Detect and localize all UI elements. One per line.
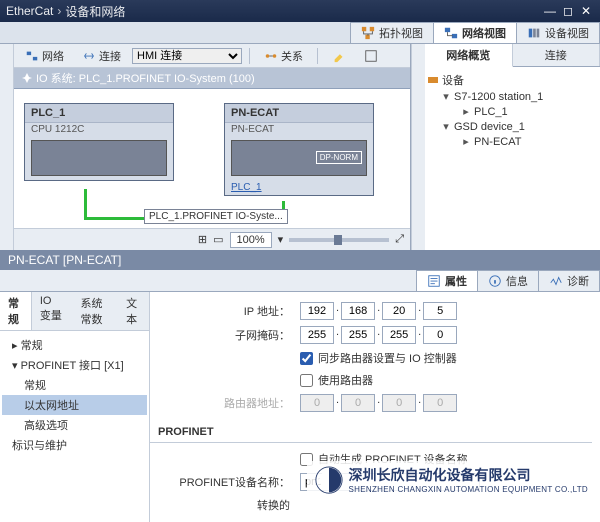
tree-item[interactable]: ▾S7-1200 station_1 — [427, 89, 598, 104]
nav-advanced[interactable]: 高级选项 — [2, 415, 147, 435]
app-name: EtherCat — [6, 4, 53, 18]
convname-label: 转换的 — [150, 497, 300, 513]
tree-root[interactable]: 设备 — [427, 71, 598, 89]
router-input: . . . — [300, 394, 457, 412]
nav-ethernet[interactable]: 以太网地址 — [2, 395, 147, 415]
device-plc[interactable]: PLC_1 CPU 1212C — [24, 103, 174, 181]
device-icon — [527, 26, 541, 40]
title-bar: EtherCat › 设备和网络 — ◻ ✕ — [0, 0, 600, 22]
wire-label[interactable]: PLC_1.PROFINET IO-Syste... — [144, 209, 288, 224]
navtab-texts[interactable]: 文本 — [118, 292, 149, 330]
zoom-bar: ⊞ ▭ 100% ▾ ⤢ — [14, 228, 410, 250]
info-icon — [488, 274, 502, 288]
tree-item[interactable]: ▸PLC_1 — [427, 104, 598, 119]
relations-button[interactable]: 关系 — [257, 45, 310, 67]
highlight-icon — [332, 49, 346, 63]
tab-properties[interactable]: 属性 — [416, 270, 478, 291]
navtab-sysconst[interactable]: 系统常数 — [73, 292, 119, 330]
tab-info[interactable]: 信息 — [477, 270, 539, 291]
router-label: 路由器地址： — [150, 395, 300, 411]
ruler-icon[interactable]: ⊞ — [198, 233, 207, 246]
inspector-nav: 常规 IO 变量 系统常数 文本 ▸ 常规 ▾ PROFINET 接口 [X1]… — [0, 292, 150, 522]
minimize-icon[interactable]: — — [542, 4, 558, 18]
tree-item[interactable]: ▾GSD device_1 — [427, 119, 598, 134]
mask-label: 子网掩码： — [150, 327, 300, 343]
hmi-select[interactable]: HMI 连接 — [132, 48, 242, 64]
device-root-icon — [427, 74, 439, 86]
scroll-rail[interactable] — [411, 44, 425, 250]
ip-label: IP 地址： — [150, 303, 300, 319]
devname-label: PROFINET设备名称： — [150, 474, 300, 490]
mask-input[interactable]: . . . — [300, 326, 457, 344]
zoom-slider[interactable] — [289, 238, 389, 242]
nav-general[interactable]: ▸ 常规 — [2, 335, 147, 355]
ip-input[interactable]: . . . — [300, 302, 457, 320]
canvas-toolbar: 网络 连接 HMI 连接 关系 — [14, 44, 410, 68]
io-system-bar: IO 系统: PLC_1.PROFINET IO-System (100) — [14, 68, 410, 89]
highlight-button[interactable] — [325, 46, 353, 66]
view-tabs: 拓扑视图 网络视图 设备视图 — [0, 22, 600, 44]
link-icon — [82, 49, 96, 63]
maximize-icon[interactable]: ◻ — [560, 4, 576, 18]
tree-item[interactable]: ▸PN-ECAT — [427, 134, 598, 149]
navtab-iovars[interactable]: IO 变量 — [32, 292, 73, 330]
net-small-icon — [25, 49, 39, 63]
plc-image — [31, 140, 167, 176]
wire — [84, 189, 87, 219]
fit-icon[interactable]: ⤢ — [395, 233, 404, 246]
device-ecat[interactable]: PN-ECAT PN-ECAT DP-NORM PLC_1 — [224, 103, 374, 196]
inspector-tabs: 属性 信息 诊断 — [0, 270, 600, 292]
sync-router-checkbox[interactable] — [300, 352, 313, 365]
inspector-title: PN-ECAT [PN-ECAT] — [0, 250, 600, 270]
logo-icon — [315, 466, 343, 494]
tab-overview[interactable]: 网络概览 — [425, 44, 513, 67]
assigned-link[interactable]: PLC_1 — [225, 180, 373, 195]
topology-icon — [361, 26, 375, 40]
watermark: 深圳长欣自动化设备有限公司 SHENZHEN CHANGXIN AUTOMATI… — [307, 461, 596, 498]
tab-network[interactable]: 网络视图 — [433, 22, 517, 43]
frame-button[interactable] — [357, 46, 385, 66]
zoom-out-icon[interactable]: ▭ — [213, 233, 223, 246]
relations-icon — [264, 49, 278, 63]
connections-button[interactable]: 连接 — [75, 45, 128, 67]
network-icon — [444, 26, 458, 40]
properties-icon — [427, 274, 441, 288]
pin-icon — [22, 73, 32, 83]
side-panel: 网络概览 连接 设备 ▾S7-1200 station_1 ▸PLC_1 ▾GS… — [425, 44, 600, 250]
profinet-heading: PROFINET — [150, 422, 592, 443]
use-router-checkbox[interactable] — [300, 374, 313, 387]
ecat-image: DP-NORM — [231, 140, 367, 176]
network-button[interactable]: 网络 — [18, 45, 71, 67]
zoom-value[interactable]: 100% — [230, 232, 272, 248]
left-rail[interactable] — [0, 44, 14, 250]
network-canvas[interactable]: PLC_1 CPU 1212C PN-ECAT PN-ECAT DP-NORM … — [14, 89, 410, 228]
navtab-general[interactable]: 常规 — [0, 292, 32, 330]
nav-pn-general[interactable]: 常规 — [2, 375, 147, 395]
tab-connections[interactable]: 连接 — [513, 44, 600, 66]
device-tree[interactable]: 设备 ▾S7-1200 station_1 ▸PLC_1 ▾GSD device… — [425, 67, 600, 250]
tab-device[interactable]: 设备视图 — [516, 22, 600, 43]
frame-icon — [364, 49, 378, 63]
diag-icon — [549, 274, 563, 288]
close-icon[interactable]: ✕ — [578, 4, 594, 18]
tab-topology[interactable]: 拓扑视图 — [350, 22, 434, 43]
nav-profinet[interactable]: ▾ PROFINET 接口 [X1] — [2, 355, 147, 375]
page-title: 设备和网络 — [65, 3, 125, 20]
tab-diagnostics[interactable]: 诊断 — [538, 270, 600, 291]
nav-ident[interactable]: 标识与维护 — [2, 435, 147, 455]
